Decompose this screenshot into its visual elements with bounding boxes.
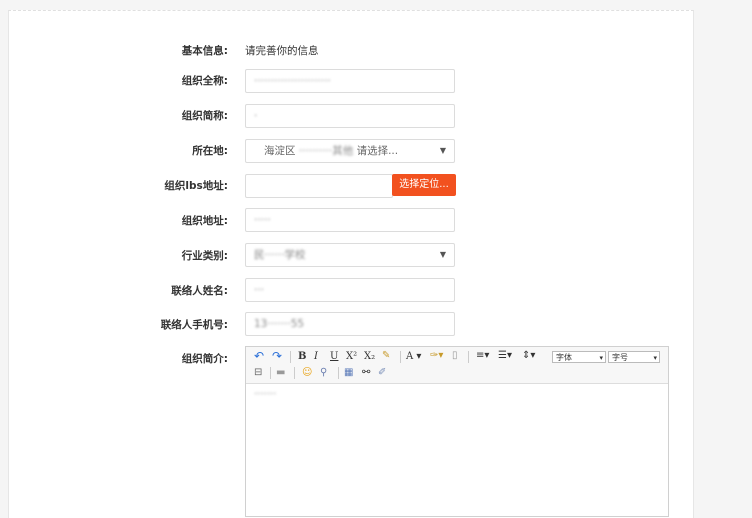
separator-icon[interactable]: ▬ <box>276 366 285 380</box>
lbs-address-label: 组织lbs地址: <box>164 180 228 192</box>
industry-value: 民······学校 <box>254 249 306 261</box>
bold-icon[interactable]: B <box>298 350 306 364</box>
undo-icon[interactable]: ↶ <box>254 349 264 363</box>
find-icon[interactable]: ⚯ <box>362 366 370 380</box>
align-icon[interactable]: ≡▾ <box>476 349 489 363</box>
contact-name-label: 联络人姓名: <box>171 285 228 297</box>
org-short-name-input[interactable]: · <box>245 104 455 128</box>
org-full-name-label: 组织全称: <box>181 75 228 87</box>
location-label: 所在地: <box>192 145 228 157</box>
font-family-label: 字体 <box>556 353 572 362</box>
list-icon[interactable]: ☰▾ <box>498 349 512 363</box>
italic-icon[interactable]: I <box>314 350 318 364</box>
org-full-name-input[interactable]: ······················· <box>245 69 455 93</box>
location-select[interactable]: 海淀区 ··········其他 请选择... ▼ <box>245 139 455 163</box>
chevron-down-icon: ▼ <box>439 146 446 155</box>
lbs-address-input[interactable] <box>245 174 393 198</box>
horizontal-rule-icon[interactable]: ⊟ <box>254 366 262 380</box>
emoji-icon[interactable]: ☺ <box>302 366 312 380</box>
contact-phone-value: 13·······55 <box>254 318 305 330</box>
chevron-down-icon: ▾ <box>599 354 603 362</box>
subscript-icon[interactable]: X₂ <box>364 350 375 364</box>
underline-icon[interactable]: U <box>330 350 338 364</box>
superscript-icon[interactable]: X² <box>346 350 357 364</box>
rich-text-editor[interactable]: ↶ ↷ B I U X² X₂ ✎ A ▾ ✑▾ ▯ ≡▾ ☰▾ ⇕▾ 字体 ▾… <box>245 346 669 517</box>
chevron-down-icon: ▾ <box>653 354 657 362</box>
location-placeholder: 请选择... <box>356 145 399 157</box>
org-address-value: ····· <box>254 214 271 226</box>
intro-label: 组织简介: <box>181 353 228 365</box>
eraser-icon[interactable]: ✎ <box>382 349 390 363</box>
contact-phone-input[interactable]: 13·······55 <box>245 312 455 336</box>
industry-select[interactable]: 民······学校 ▼ <box>245 243 455 267</box>
basic-info-label: 基本信息: <box>181 45 228 57</box>
line-height-icon[interactable]: ⇕▾ <box>522 349 535 363</box>
basic-info-hint: 请完善你的信息 <box>245 45 319 57</box>
font-size-label: 字号 <box>612 353 628 362</box>
contact-name-input[interactable]: ··· <box>245 278 455 302</box>
org-short-name-label: 组织简称: <box>181 110 228 122</box>
clear-format-icon[interactable]: ✐ <box>378 366 386 380</box>
select-location-button[interactable]: 选择定位... <box>392 174 456 196</box>
contact-name-value: ··· <box>254 284 265 296</box>
org-short-name-value: · <box>254 110 258 122</box>
industry-label: 行业类别: <box>181 250 228 262</box>
redo-icon[interactable]: ↷ <box>272 349 282 363</box>
font-size-select[interactable]: 字号 ▾ <box>608 351 660 363</box>
location-detail: ··········其他 <box>298 145 354 157</box>
table-icon[interactable]: ▦ <box>344 366 353 380</box>
font-color-icon[interactable]: A ▾ <box>406 350 421 364</box>
paste-icon[interactable]: ▯ <box>452 349 458 363</box>
editor-content[interactable]: ······· <box>254 389 276 400</box>
highlight-icon[interactable]: ✑▾ <box>430 349 443 363</box>
org-address-input[interactable]: ····· <box>245 208 455 232</box>
contact-phone-label: 联络人手机号: <box>160 319 228 331</box>
link-icon[interactable]: ⚲ <box>320 366 327 380</box>
font-family-select[interactable]: 字体 ▾ <box>552 351 606 363</box>
chevron-down-icon: ▼ <box>439 250 446 259</box>
org-address-label: 组织地址: <box>181 215 228 227</box>
location-district: 海淀区 <box>264 145 296 157</box>
org-full-name-value: ······················· <box>254 75 331 87</box>
editor-toolbar: ↶ ↷ B I U X² X₂ ✎ A ▾ ✑▾ ▯ ≡▾ ☰▾ ⇕▾ 字体 ▾… <box>246 347 668 384</box>
